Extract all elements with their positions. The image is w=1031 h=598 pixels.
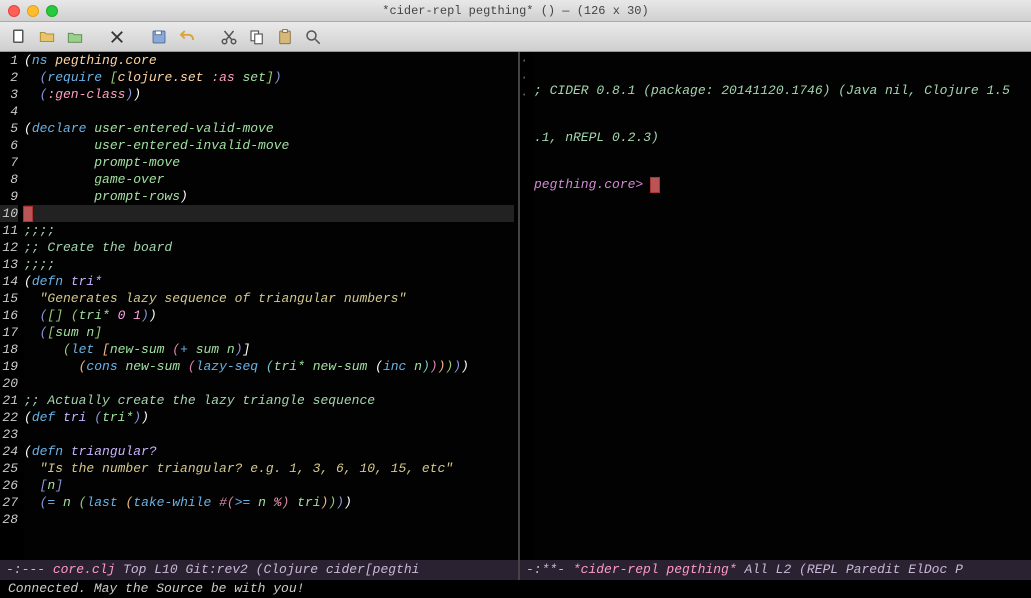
- echo-area: Connected. May the Source be with you!: [0, 580, 1031, 598]
- save-as-button[interactable]: [148, 26, 170, 48]
- maximize-icon[interactable]: [46, 5, 58, 17]
- search-button[interactable]: [302, 26, 324, 48]
- source-pane[interactable]: 1234567891011121314151617181920212223242…: [0, 52, 520, 560]
- repl-fringe: ···: [520, 52, 534, 560]
- repl-buffer-name: *cider-repl pegthing*: [573, 562, 737, 577]
- cursor-icon: [651, 178, 659, 192]
- source-code[interactable]: (ns pegthing.core (require [clojure.set …: [24, 52, 518, 560]
- buffer-name: core.clj: [53, 562, 115, 577]
- repl-banner-2: .1, nREPL 0.2.3): [534, 130, 659, 145]
- modeline-row: -:--- core.clj Top L10 Git:rev2 (Clojure…: [0, 560, 1031, 580]
- repl-output[interactable]: ; CIDER 0.8.1 (package: 20141120.1746) (…: [534, 52, 1031, 560]
- new-file-button[interactable]: [8, 26, 30, 48]
- undo-button[interactable]: [176, 26, 198, 48]
- window-controls: [8, 5, 58, 17]
- save-button[interactable]: [64, 26, 86, 48]
- modeline-left[interactable]: -:--- core.clj Top L10 Git:rev2 (Clojure…: [0, 560, 520, 580]
- modeline-right[interactable]: -:**- *cider-repl pegthing* All L2 (REPL…: [520, 560, 1031, 580]
- editor-area: 1234567891011121314151617181920212223242…: [0, 52, 1031, 560]
- repl-banner: ; CIDER 0.8.1 (package: 20141120.1746) (…: [534, 83, 1010, 98]
- titlebar: *cider-repl pegthing* () — (126 x 30): [0, 0, 1031, 22]
- repl-prompt[interactable]: pegthing.core>: [534, 177, 651, 192]
- copy-button[interactable]: [246, 26, 268, 48]
- close-icon[interactable]: [8, 5, 20, 17]
- line-gutter: 1234567891011121314151617181920212223242…: [0, 52, 24, 560]
- close-button[interactable]: [106, 26, 128, 48]
- paste-button[interactable]: [274, 26, 296, 48]
- toolbar: [0, 22, 1031, 52]
- repl-pane[interactable]: ··· ; CIDER 0.8.1 (package: 20141120.174…: [520, 52, 1031, 560]
- window-title: *cider-repl pegthing* () — (126 x 30): [0, 4, 1031, 18]
- open-file-button[interactable]: [36, 26, 58, 48]
- cut-button[interactable]: [218, 26, 240, 48]
- minimize-icon[interactable]: [27, 5, 39, 17]
